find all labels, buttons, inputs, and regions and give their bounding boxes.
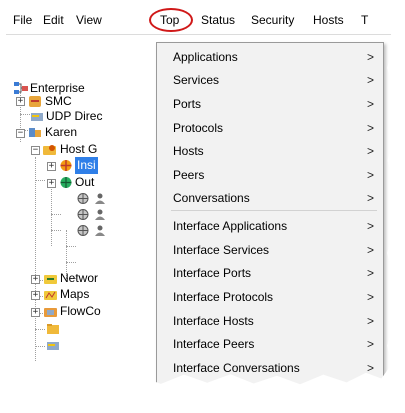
menu-item-interface-applications[interactable]: Interface Applications > [157, 215, 383, 237]
expand-toggle[interactable]: + [31, 275, 40, 284]
tree-label: Insi [75, 157, 98, 174]
submenu-arrow-icon: > [366, 97, 374, 111]
menu-item-label: Interface Hosts [173, 314, 254, 328]
collapse-toggle[interactable]: − [31, 146, 40, 155]
menu-item-label: Applications [173, 50, 238, 64]
folder-icon [47, 324, 59, 334]
menu-item-label: Interface Peers [173, 337, 255, 351]
tree-label: Networ [60, 271, 99, 285]
user-group-icon [95, 193, 105, 204]
menu-item-label: Interface Services [173, 243, 270, 257]
globe-icon [77, 193, 89, 204]
flowcollector-icon [44, 308, 57, 317]
menu-item-applications[interactable]: Applications > [157, 46, 383, 68]
network-devices-icon [44, 275, 57, 284]
menu-item-interface-peers[interactable]: Interface Peers > [157, 333, 383, 355]
submenu-arrow-icon: > [366, 50, 374, 64]
host-groups-icon [43, 145, 56, 155]
app-window: File Edit View Top Status Security Hosts… [6, 6, 393, 385]
user-group-icon [95, 209, 105, 220]
menu-item-services[interactable]: Services > [157, 69, 383, 91]
menu-item-interface-conversations[interactable]: Interface Conversations > [157, 357, 383, 379]
menu-item-interface-ports[interactable]: Interface Ports > [157, 262, 383, 284]
submenu-arrow-icon: > [366, 361, 374, 375]
submenu-arrow-icon: > [366, 121, 374, 135]
menu-item-protocols[interactable]: Protocols > [157, 117, 383, 139]
menu-item-interface-hosts[interactable]: Interface Hosts > [157, 310, 383, 332]
menu-bar: File Edit View Top Status Security Hosts… [6, 6, 393, 35]
enterprise-icon [14, 82, 28, 94]
menu-item-hosts[interactable]: Hosts > [157, 140, 383, 162]
tree-label: UDP Direc [46, 109, 103, 123]
submenu-arrow-icon: > [366, 337, 374, 351]
expand-toggle[interactable]: + [47, 162, 56, 171]
menu-item-label: Interface Conversations [173, 361, 300, 375]
menu-status[interactable]: Status [201, 13, 235, 27]
menu-item-peers[interactable]: Peers > [157, 164, 383, 186]
menu-item-ports[interactable]: Ports > [157, 93, 383, 115]
menu-item-interface-services[interactable]: Interface Services > [157, 239, 383, 261]
submenu-arrow-icon: > [366, 219, 374, 233]
tree-label: Maps [60, 287, 90, 301]
domain-icon [29, 128, 41, 137]
globe-icon [77, 225, 89, 236]
maps-icon [44, 291, 57, 300]
menu-security[interactable]: Security [251, 13, 294, 27]
submenu-arrow-icon: > [366, 144, 374, 158]
menu-hosts[interactable]: Hosts [313, 13, 344, 27]
submenu-arrow-icon: > [366, 191, 374, 205]
menu-item-label: Conversations [173, 191, 250, 205]
menu-item-label: Services [173, 73, 220, 87]
tree-label: Host G [60, 142, 98, 156]
menu-item-label: Peers [173, 168, 205, 182]
top-menu-highlight-circle [149, 8, 193, 32]
submenu-arrow-icon: > [366, 314, 374, 328]
outside-hosts-icon [60, 177, 72, 188]
user-group-icon [95, 225, 105, 236]
expand-toggle[interactable]: + [31, 291, 40, 300]
tree-label: Out [75, 175, 95, 189]
submenu-arrow-icon: > [366, 73, 374, 87]
submenu-arrow-icon: > [366, 243, 374, 257]
menu-item-label: Interface Protocols [173, 290, 274, 304]
submenu-arrow-icon: > [366, 266, 374, 280]
expand-toggle[interactable]: + [16, 97, 25, 106]
expand-toggle[interactable]: + [47, 179, 56, 188]
top-dropdown-menu: Applications > Services > Ports > Protocols… [156, 42, 384, 385]
menu-separator [171, 210, 377, 211]
submenu-arrow-icon: > [366, 290, 374, 304]
collapse-toggle[interactable]: − [16, 129, 25, 138]
tree-label: FlowCo [60, 304, 101, 318]
tree-label: Karen [45, 125, 78, 139]
menu-edit[interactable]: Edit [43, 13, 64, 27]
inside-hosts-icon [60, 160, 72, 171]
menu-view[interactable]: View [76, 13, 102, 27]
menu-item-label: Interface Applications [173, 219, 288, 233]
menu-file[interactable]: File [13, 13, 32, 27]
submenu-arrow-icon: > [366, 168, 374, 182]
smc-icon [29, 96, 41, 107]
menu-truncated[interactable]: T [361, 13, 368, 27]
menu-item-label: Hosts [173, 144, 204, 158]
menu-item-interface-protocols[interactable]: Interface Protocols > [157, 286, 383, 308]
menu-item-label: Ports [173, 97, 202, 111]
menu-item-label: Interface Ports [173, 266, 252, 280]
menu-item-conversations[interactable]: Conversations > [157, 187, 383, 209]
expand-toggle[interactable]: + [31, 308, 40, 317]
menu-item-label: Protocols [173, 121, 224, 135]
udp-director-icon [31, 113, 43, 121]
appliance-icon [47, 342, 59, 350]
globe-icon [77, 209, 89, 220]
